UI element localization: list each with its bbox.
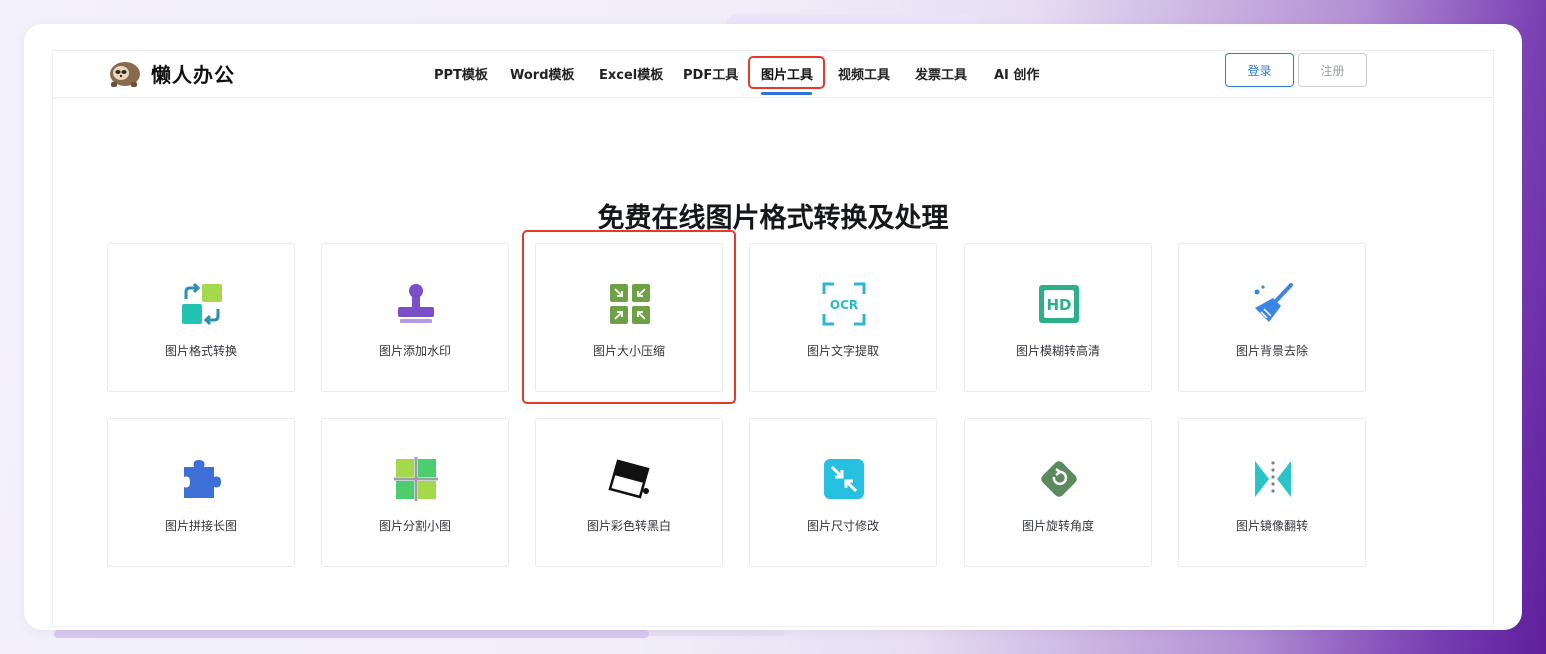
page-title: 免费在线图片格式转换及处理 <box>597 203 949 234</box>
tool-card-mirror[interactable]: 图片镜像翻转 <box>1178 418 1366 567</box>
tool-card-rotate[interactable]: 图片旋转角度 <box>964 418 1152 567</box>
hd-icon: HD <box>1039 285 1079 323</box>
format-convert-icon <box>182 282 222 326</box>
svg-text:HD: HD <box>1046 296 1071 314</box>
compress-icon <box>610 284 650 324</box>
tool-card-label: 图片模糊转高清 <box>1015 344 1100 358</box>
login-button[interactable]: 登录 <box>1225 53 1294 87</box>
tool-card-resize[interactable]: 图片尺寸修改 <box>749 418 937 567</box>
tool-card-label: 图片文字提取 <box>806 344 879 358</box>
site-header: 懒人办公 PPT模板 Word模板 Excel模板 PDF工具 图片工具 视频工… <box>53 51 1493 98</box>
tool-card-label: 图片彩色转黑白 <box>586 519 671 533</box>
stamp-icon <box>398 284 434 323</box>
tool-card-split[interactable]: 图片分割小图 <box>321 418 509 567</box>
nav-item-invoice[interactable]: 发票工具 <box>915 64 967 83</box>
nav-item-excel[interactable]: Excel模板 <box>599 64 663 83</box>
tool-card-compress[interactable]: 图片大小压缩 <box>535 243 723 392</box>
tool-card-label: 图片分割小图 <box>378 519 451 533</box>
tool-card-bg-remove[interactable]: 图片背景去除 <box>1178 243 1366 392</box>
rotate-icon <box>1041 461 1077 497</box>
tool-card-label: 图片旋转角度 <box>1021 519 1094 533</box>
resize-icon <box>824 459 864 499</box>
tool-card-label: 图片尺寸修改 <box>806 519 879 533</box>
mirror-flip-icon <box>1255 461 1291 497</box>
background-decoration <box>54 630 649 638</box>
nav-item-ai[interactable]: AI 创作 <box>994 64 1039 83</box>
tool-card-ocr[interactable]: OCR 图片文字提取 <box>749 243 937 392</box>
browser-frame: 懒人办公 PPT模板 Word模板 Excel模板 PDF工具 图片工具 视频工… <box>24 24 1522 630</box>
nav-item-word[interactable]: Word模板 <box>510 64 575 83</box>
ocr-icon: OCR <box>822 282 866 326</box>
tool-card-stitch[interactable]: 图片拼接长图 <box>107 418 295 567</box>
nav-active-indicator <box>761 92 812 95</box>
grid-split-icon <box>394 457 438 501</box>
tool-card-label: 图片拼接长图 <box>164 519 237 533</box>
tool-card-label: 图片添加水印 <box>378 344 451 358</box>
page: 懒人办公 PPT模板 Word模板 Excel模板 PDF工具 图片工具 视频工… <box>52 50 1494 627</box>
nav-item-pdf[interactable]: PDF工具 <box>683 64 738 83</box>
tool-card-label: 图片镜像翻转 <box>1235 519 1308 533</box>
nav-item-video[interactable]: 视频工具 <box>838 64 890 83</box>
nav-item-ppt[interactable]: PPT模板 <box>434 64 488 83</box>
svg-text:OCR: OCR <box>830 298 858 312</box>
register-button[interactable]: 注册 <box>1298 53 1367 87</box>
tool-card-grayscale[interactable]: 图片彩色转黑白 <box>535 418 723 567</box>
tool-card-label: 图片格式转换 <box>164 344 237 358</box>
annotation-highlight-box <box>748 56 825 89</box>
tool-card-hd[interactable]: HD 图片模糊转高清 <box>964 243 1152 392</box>
tool-card-format-convert[interactable]: 图片格式转换 <box>107 243 295 392</box>
tool-card-label: 图片大小压缩 <box>592 344 665 358</box>
tool-card-watermark[interactable]: 图片添加水印 <box>321 243 509 392</box>
broom-icon <box>1254 283 1293 322</box>
puzzle-icon <box>184 460 221 498</box>
paint-bucket-icon <box>608 459 650 499</box>
tool-card-label: 图片背景去除 <box>1235 344 1308 358</box>
